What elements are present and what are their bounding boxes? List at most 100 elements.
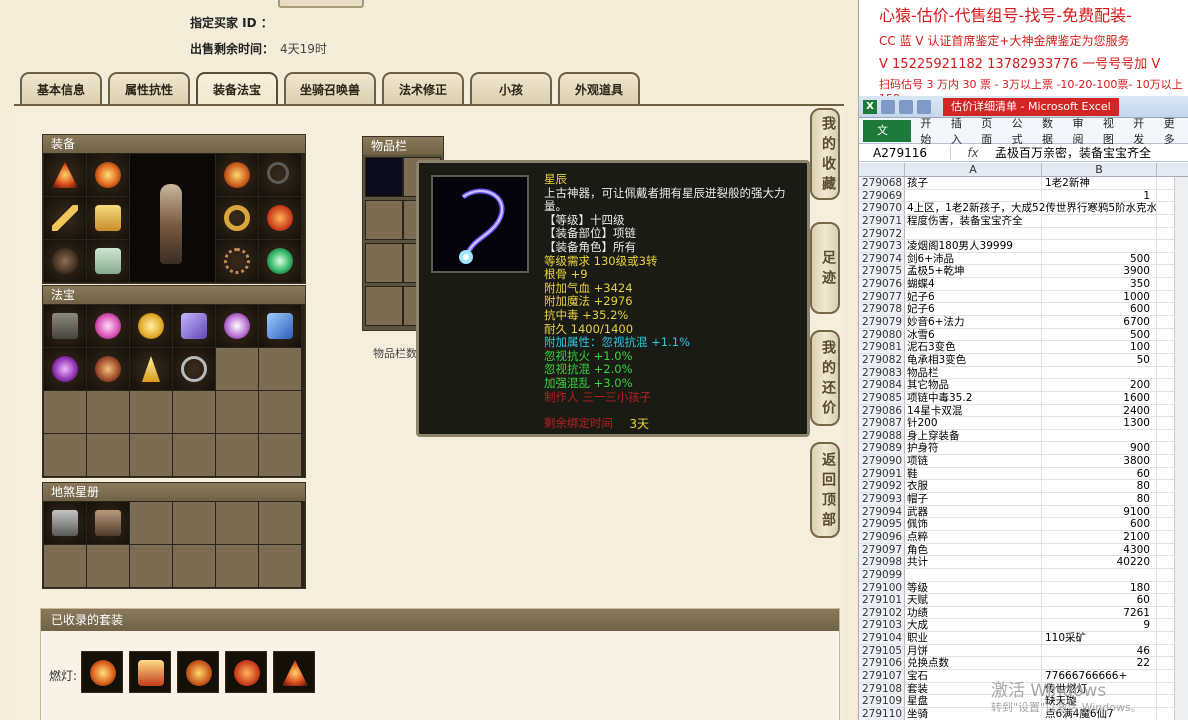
top-action-button[interactable] [278,0,364,8]
row-number[interactable]: 279096 [859,530,905,543]
cell-b[interactable]: 180 [1042,581,1157,594]
tab-spell-correction[interactable]: 法术修正 [382,72,465,104]
cell-a[interactable]: 角色 [905,543,1042,556]
cell-a[interactable]: 物品栏 [905,366,1042,379]
cell-b[interactable]: 60 [1042,594,1157,606]
fabao-slot[interactable] [173,348,215,390]
fabao-slot-empty[interactable] [87,391,129,433]
cell-a[interactable]: 4上区，1老2新孩子，大成52传世界行寒鸦5阶水克水 [905,202,1157,214]
disha-slot-empty[interactable] [173,502,215,544]
row-number[interactable]: 279091 [859,467,905,480]
fabao-slot[interactable] [44,305,86,347]
suit-item[interactable] [273,651,315,693]
my-favorites-button[interactable]: 我的收藏 [810,108,840,200]
fabao-slot[interactable] [259,305,301,347]
fabao-slot-empty[interactable] [216,348,258,390]
row-number[interactable]: 279108 [859,682,905,695]
row-number[interactable]: 279069 [859,189,905,202]
cell-b[interactable]: 350 [1042,278,1157,290]
cell-a[interactable]: 身上穿装备 [905,429,1042,442]
fabao-slot-empty[interactable] [44,434,86,476]
row-number[interactable]: 279110 [859,707,905,720]
cell-a[interactable]: 14星卡双混 [905,404,1042,417]
cell-a[interactable]: 帽子 [905,493,1042,505]
cell-b[interactable]: 1300 [1042,417,1157,429]
fabao-slot[interactable] [173,305,215,347]
tab-home[interactable]: 开始 [915,115,945,147]
fabao-slot-empty[interactable] [259,348,301,390]
cell-a[interactable]: 妃子6 [905,290,1042,303]
row-number[interactable]: 279084 [859,379,905,391]
cell-a[interactable] [905,189,1042,202]
name-box[interactable]: A279116 [859,145,951,160]
cell-a[interactable]: 点粹 [905,530,1042,543]
row-number[interactable]: 279079 [859,316,905,328]
cell-a[interactable]: 天赋 [905,594,1042,606]
disha-slot-empty[interactable] [216,545,258,587]
cell-a[interactable]: 兑换点数 [905,657,1042,669]
row-number[interactable]: 279082 [859,353,905,366]
fabao-slot[interactable] [216,305,258,347]
cell-a[interactable]: 护身符 [905,442,1042,454]
cell-a[interactable]: 妙音6+法力 [905,316,1042,328]
row-number[interactable]: 279100 [859,581,905,594]
cell-b[interactable]: 2400 [1042,404,1157,417]
cell-b[interactable]: 500 [1042,328,1157,341]
fabao-slot-empty[interactable] [173,391,215,433]
cell-b[interactable] [1042,568,1157,581]
cell-b[interactable] [1042,366,1157,379]
disha-slot-empty[interactable] [130,502,172,544]
corner-cell[interactable] [859,163,905,176]
row-number[interactable]: 279105 [859,644,905,657]
tab-developer[interactable]: 开发 [1128,115,1158,147]
cell-a[interactable]: 程度伤害，装备宝宝齐全 [905,214,1042,227]
row-number[interactable]: 279075 [859,265,905,277]
cell-b[interactable]: 9100 [1042,505,1157,518]
cell-b[interactable]: 3800 [1042,455,1157,467]
cell-b[interactable]: 6700 [1042,316,1157,328]
disha-slot-empty[interactable] [259,545,301,587]
cell-a[interactable]: 共计 [905,556,1042,568]
cell-a[interactable] [905,227,1042,240]
cell-b[interactable]: 600 [1042,303,1157,315]
cell-a[interactable]: 等级 [905,581,1042,594]
cell-b[interactable]: 50 [1042,353,1157,366]
fabao-slot-empty[interactable] [216,434,258,476]
row-number[interactable]: 279076 [859,278,905,290]
formula-input[interactable]: 孟极百万亲密，装备宝宝齐全 [995,144,1151,161]
fabao-slot[interactable] [130,305,172,347]
cell-a[interactable]: 蝴蝶4 [905,278,1042,290]
cell-b[interactable]: 600 [1042,518,1157,530]
cell-a[interactable] [905,568,1042,581]
disha-slot-empty[interactable] [44,545,86,587]
tab-equipment[interactable]: 装备法宝 [196,72,278,104]
suit-item[interactable] [225,651,267,693]
column-header-a[interactable]: A [905,163,1042,176]
row-number[interactable]: 279106 [859,657,905,669]
disha-slot-empty[interactable] [259,502,301,544]
tab-appearance[interactable]: 外观道具 [558,72,641,104]
equip-slot[interactable] [259,240,301,282]
redo-icon[interactable] [917,99,931,114]
suit-item[interactable] [81,651,123,693]
row-number[interactable]: 279094 [859,505,905,518]
undo-icon[interactable] [899,99,913,114]
cell-a[interactable]: 龟承相3变色 [905,353,1042,366]
cell-a[interactable]: 孩子 [905,177,1042,189]
cell-a[interactable]: 衣服 [905,480,1042,492]
disha-slot-empty[interactable] [216,502,258,544]
back-to-top-button[interactable]: 返回顶部 [810,442,840,538]
cell-a[interactable]: 泥石3变色 [905,341,1042,353]
disha-slot-empty[interactable] [130,545,172,587]
cell-a[interactable]: 佩饰 [905,518,1042,530]
cell-b[interactable]: 9 [1042,619,1157,631]
fabao-slot-empty[interactable] [173,434,215,476]
row-number[interactable]: 279095 [859,518,905,530]
vertical-scrollbar[interactable] [1174,177,1188,720]
cell-b[interactable]: 100 [1042,341,1157,353]
row-number[interactable]: 279092 [859,480,905,492]
cell-b[interactable] [1042,429,1157,442]
row-number[interactable]: 279088 [859,429,905,442]
equip-slot[interactable] [216,197,258,239]
row-number[interactable]: 279080 [859,328,905,341]
